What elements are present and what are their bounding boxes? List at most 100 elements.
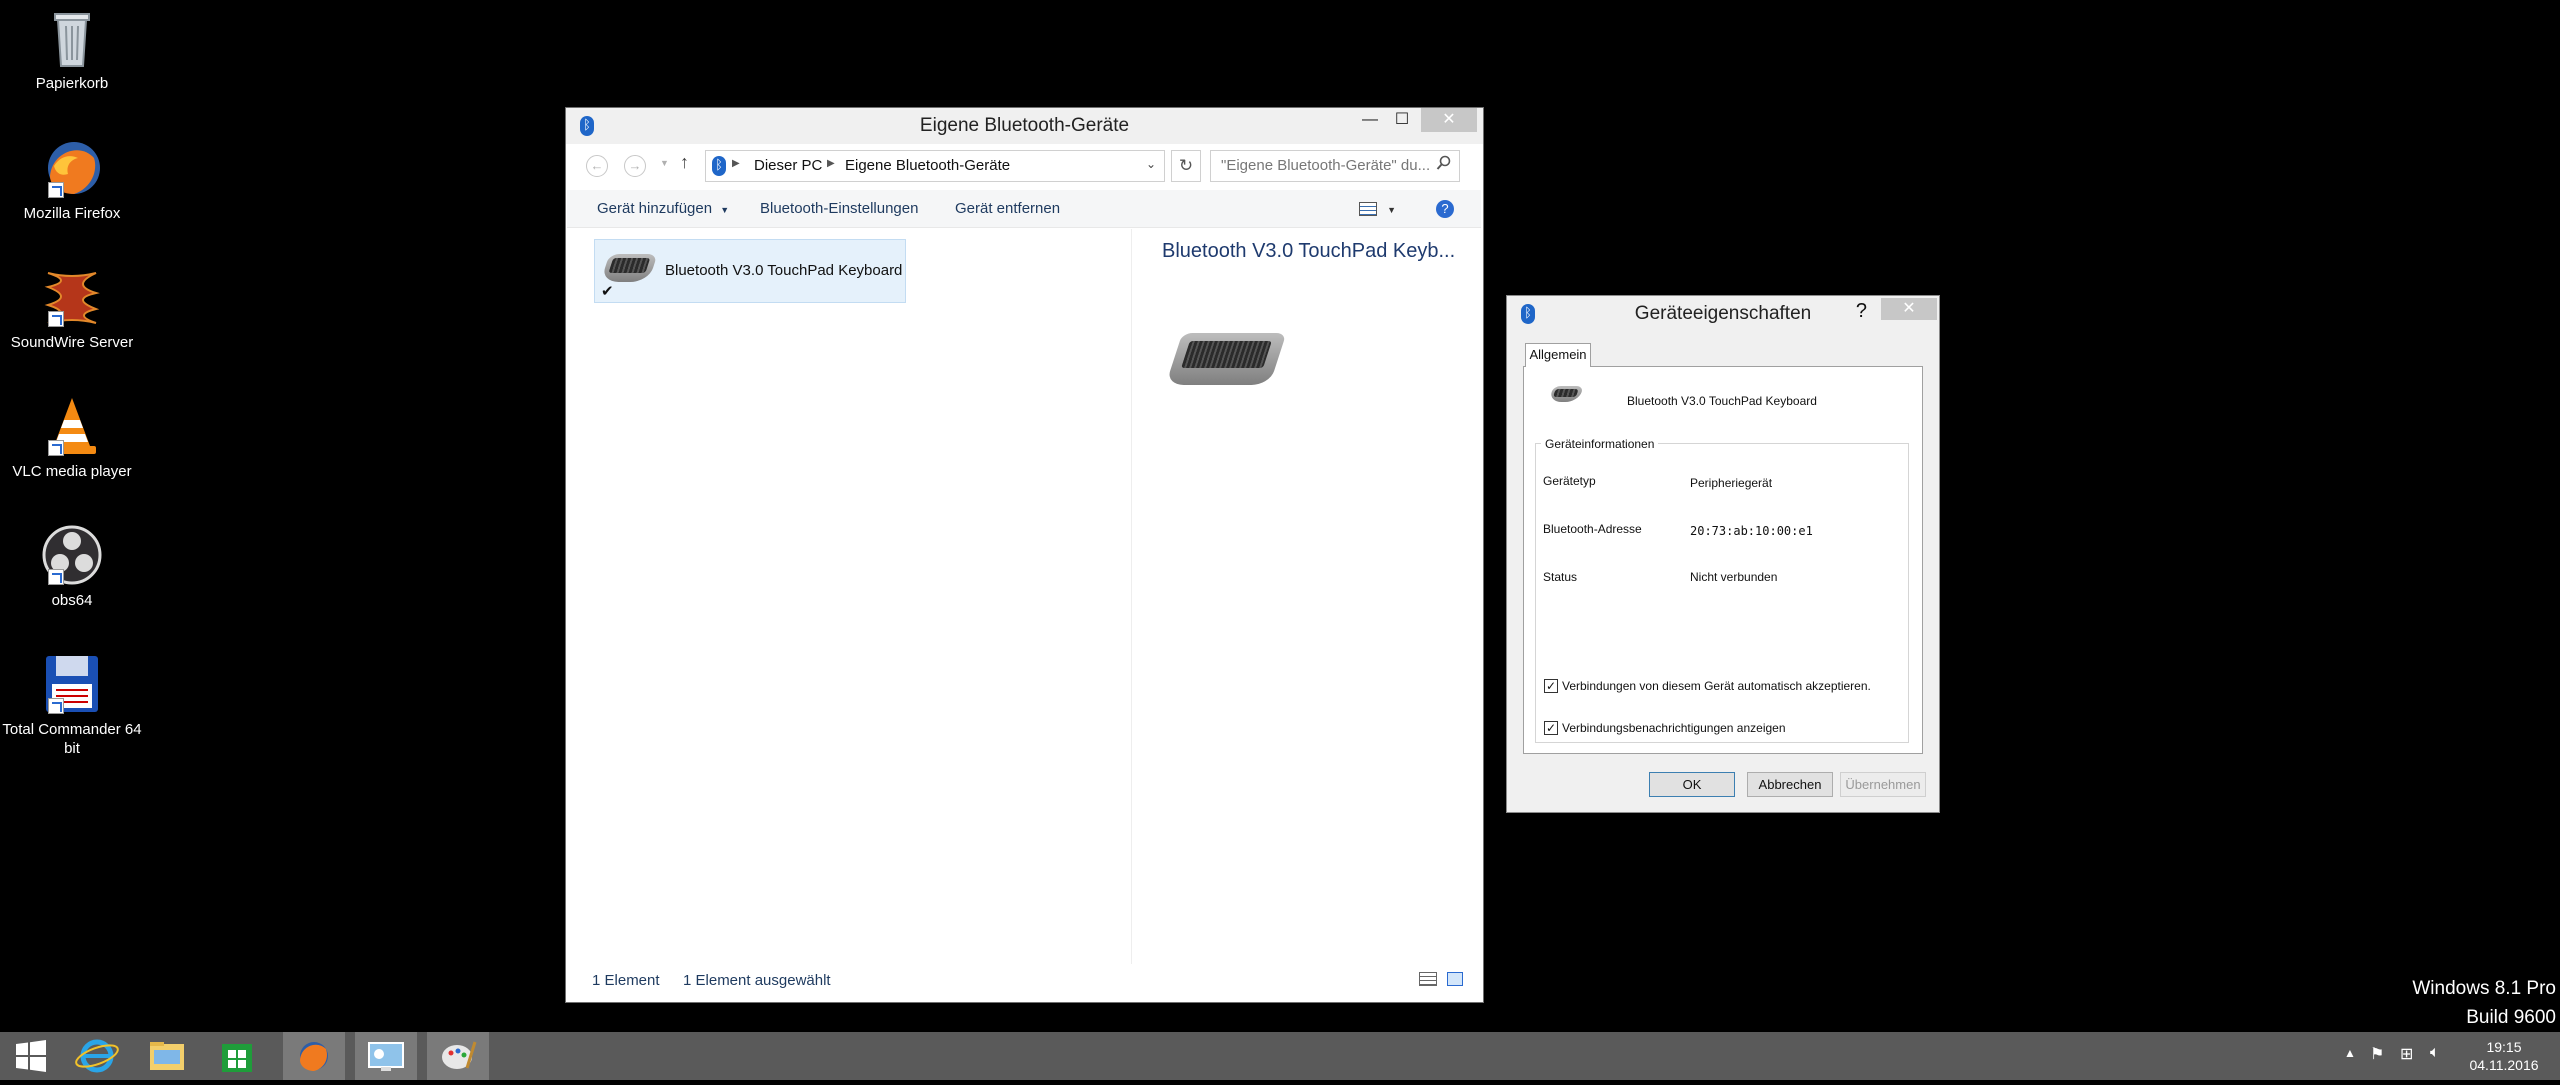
details-view-icon[interactable] [1419,972,1437,986]
desktop-icon-total-commander[interactable]: Total Commander 64 bit [0,652,144,758]
keyboard-icon [600,254,658,282]
status-selected-count: 1 Element ausgewählt [683,972,831,989]
search-icon [1436,155,1452,171]
desktop-icon-vlc[interactable]: VLC media player [0,394,144,481]
address-bar[interactable]: ▶ Dieser PC ▶ Eigene Bluetooth-Geräte ⌄ [705,150,1165,182]
help-button[interactable]: ? [1436,190,1458,228]
keyboard-large-icon [1165,333,1287,385]
soundwire-icon [40,265,104,329]
desktop-icon-label: Mozilla Firefox [23,205,121,222]
internet-explorer-icon [75,1039,119,1073]
desktop-icon-soundwire[interactable]: SoundWire Server [0,265,144,352]
obs-icon [40,523,104,587]
volume-icon[interactable]: 🔈︎ [2430,1044,2440,1062]
bluetooth-address-label: Bluetooth-Adresse [1543,522,1642,536]
firefox-icon [300,1042,328,1071]
notifications-label[interactable]: Verbindungsbenachrichtigungen anzeigen [1562,721,1786,735]
device-list-pane[interactable] [567,229,1132,964]
device-item-label: Bluetooth V3.0 TouchPad Keyboard [665,262,903,279]
status-item-count: 1 Element [592,972,660,989]
desktop-icon-label: Total Commander 64 bit [2,721,142,757]
store-icon [222,1044,252,1072]
firefox-icon [40,136,104,200]
taskbar-file-explorer[interactable] [136,1032,198,1080]
action-center-icon[interactable]: ⚑ [2370,1044,2384,1064]
add-device-button[interactable]: Gerät hinzufügen ▼ [597,190,729,228]
taskbar-internet-explorer[interactable] [66,1032,128,1080]
address-separator-icon: ▶ [732,158,740,169]
device-type-label: Gerätetyp [1543,474,1596,488]
desktop-icon-recycle-bin[interactable]: Papierkorb [0,6,144,93]
search-input[interactable]: "Eigene Bluetooth-Geräte" du... [1210,150,1460,182]
chevron-down-icon: ▼ [1387,205,1397,215]
status-bar: 1 Element 1 Element ausgewählt [567,964,1481,996]
command-bar: Gerät hinzufügen ▼ Bluetooth-Einstellung… [567,190,1481,228]
windows-version-text: Windows 8.1 Pro [2412,978,2556,999]
breadcrumb-item-this-pc[interactable]: Dieser PC [754,157,822,174]
back-button[interactable]: ← [586,155,608,177]
taskbar: ▲ ⚑ ⊞ 🔈︎ 19:15 04.11.2016 [0,1032,2560,1080]
large-icons-view-icon[interactable] [1447,972,1463,986]
cancel-button[interactable]: Abbrechen [1747,772,1833,797]
device-item-keyboard[interactable]: ✔ Bluetooth V3.0 TouchPad Keyboard [594,239,906,303]
bluetooth-icon [712,156,726,176]
taskbar-store[interactable] [206,1032,268,1080]
start-button[interactable] [0,1032,62,1080]
vlc-icon [40,394,104,458]
address-separator-icon: ▶ [827,158,835,169]
system-tray: ▲ ⚑ ⊞ 🔈︎ 19:15 04.11.2016 [2340,1032,2560,1080]
apply-button[interactable]: Übernehmen [1840,772,1926,797]
clock-time: 19:15 [2486,1039,2522,1055]
clock-date: 04.11.2016 [2469,1057,2539,1073]
up-button[interactable]: ↑ [680,152,689,173]
desktop-icon-obs[interactable]: obs64 [0,523,144,610]
recent-locations-dropdown[interactable]: ▼ [660,158,669,168]
details-pane: Bluetooth V3.0 TouchPad Keyb... [1132,229,1481,964]
refresh-button[interactable]: ↻ [1171,150,1201,182]
windows-logo-icon [16,1040,46,1072]
device-name: Bluetooth V3.0 TouchPad Keyboard [1627,394,1817,408]
auto-accept-label[interactable]: Verbindungen von diesem Gerät automatisc… [1562,679,1871,693]
view-options-button[interactable]: ▼ [1359,190,1403,228]
status-value: Nicht verbunden [1690,570,1778,584]
chevron-down-icon: ▼ [720,205,730,215]
group-title: Geräteinformationen [1541,437,1659,451]
shortcut-arrow-icon [48,182,64,198]
desktop-icon-firefox[interactable]: Mozilla Firefox [0,136,144,223]
taskbar-bluetooth-devices[interactable] [355,1032,417,1080]
add-device-label: Gerät hinzufügen [597,200,713,217]
bluetooth-settings-button[interactable]: Bluetooth-Einstellungen [760,190,918,228]
taskbar-firefox[interactable] [283,1032,345,1080]
minimize-button[interactable]: — [1355,108,1385,132]
taskbar-paint[interactable] [427,1032,489,1080]
folder-icon [150,1042,184,1070]
clock[interactable]: 19:15 04.11.2016 [2464,1038,2544,1074]
details-device-title: Bluetooth V3.0 TouchPad Keyb... [1162,240,1456,262]
dialog-title: Geräteeigenschaften [1634,303,1812,324]
desktop-icon-label: SoundWire Server [10,334,134,351]
desktop: Papierkorb Mozilla Firefox SoundWire Ser… [0,0,2560,1032]
desktop-icon-label: Papierkorb [35,75,109,92]
close-button[interactable]: ✕ [1421,108,1477,132]
network-icon[interactable]: ⊞ [2400,1044,2413,1064]
shortcut-arrow-icon [48,311,64,327]
shortcut-arrow-icon [48,440,64,456]
explorer-titlebar[interactable]: Eigene Bluetooth-Geräte — ☐ ✕ [566,108,1483,144]
dialog-close-button[interactable]: ✕ [1881,298,1937,320]
properties-dialog: Geräteeigenschaften ? ✕ Allgemein Blueto… [1506,295,1940,813]
auto-accept-checkbox[interactable]: ✓ [1544,679,1558,693]
maximize-button[interactable]: ☐ [1387,108,1417,132]
address-dropdown-icon[interactable]: ⌄ [1146,157,1156,171]
help-button[interactable]: ? [1856,300,1867,323]
help-icon: ? [1436,200,1454,219]
show-hidden-icons-icon[interactable]: ▲ [2344,1046,2356,1060]
paint-icon [442,1041,477,1069]
shortcut-arrow-icon [48,569,64,585]
remove-device-button[interactable]: Gerät entfernen [955,190,1060,228]
notifications-checkbox[interactable]: ✓ [1544,721,1558,735]
tab-general[interactable]: Allgemein [1525,343,1591,367]
breadcrumb-item-bluetooth[interactable]: Eigene Bluetooth-Geräte [845,157,1010,174]
forward-button[interactable]: → [624,155,646,177]
ok-button[interactable]: OK [1649,772,1735,797]
view-icon [1359,202,1377,217]
